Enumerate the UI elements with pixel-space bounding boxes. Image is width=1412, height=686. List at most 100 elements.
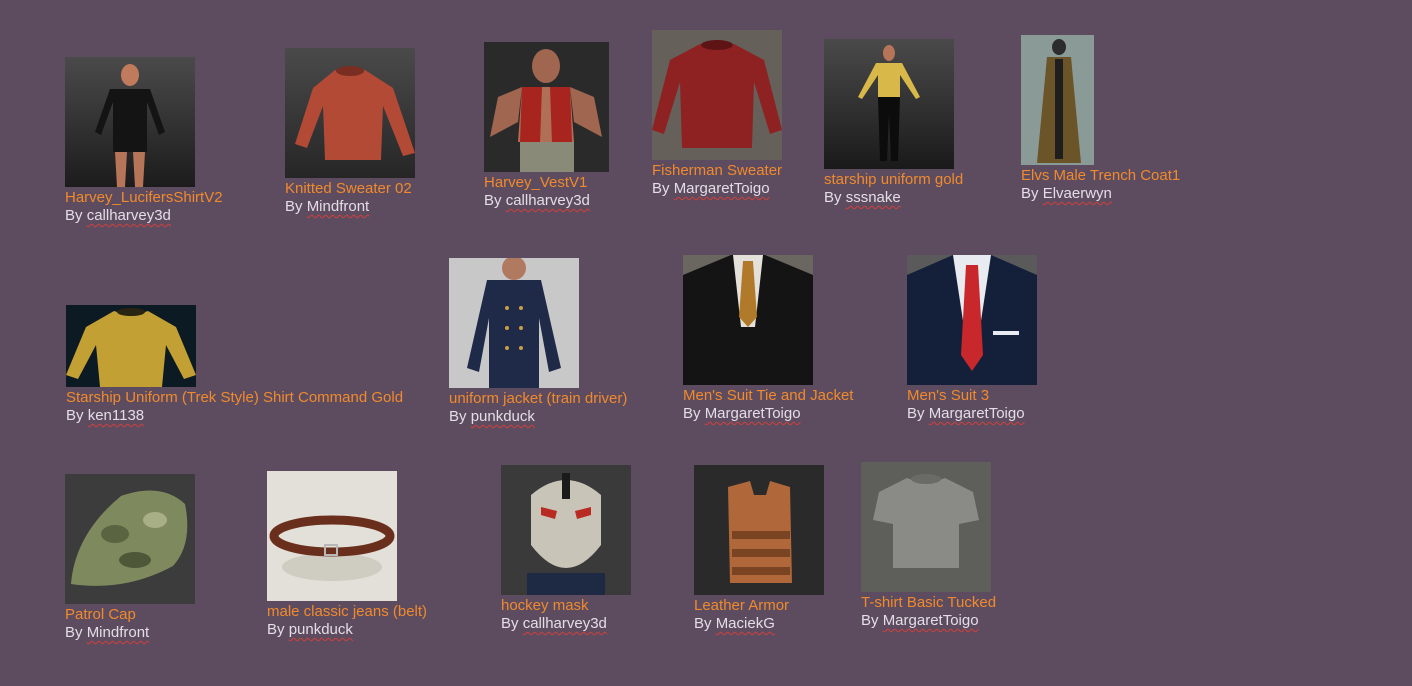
item-thumbnail[interactable] <box>1021 35 1094 165</box>
item-thumbnail[interactable] <box>65 474 195 604</box>
vest-figure-image <box>484 42 609 172</box>
item-card: Fisherman Sweater By MargaretToigo <box>652 30 782 198</box>
suit-tie-image <box>683 255 813 385</box>
item-author[interactable]: MaciekG <box>716 615 775 632</box>
item-byline: By MargaretToigo <box>861 612 996 630</box>
item-title[interactable]: starship uniform gold <box>824 171 963 189</box>
item-card: Knitted Sweater 02 By Mindfront <box>285 48 415 216</box>
item-title[interactable]: Patrol Cap <box>65 606 195 624</box>
item-thumbnail[interactable] <box>267 471 397 601</box>
item-byline: By Elvaerwyn <box>1021 185 1180 203</box>
item-card: Harvey_VestV1 By callharvey3d <box>484 42 609 210</box>
item-byline: By MaciekG <box>694 615 824 633</box>
item-author[interactable]: MargaretToigo <box>674 180 770 197</box>
sweater-image <box>285 48 415 178</box>
item-author[interactable]: punkduck <box>471 408 535 425</box>
item-byline: By MargaretToigo <box>652 180 782 198</box>
item-author[interactable]: Mindfront <box>87 624 150 641</box>
item-card: male classic jeans (belt) By punkduck <box>267 471 427 639</box>
item-byline: By sssnake <box>824 189 963 207</box>
item-title[interactable]: Fisherman Sweater <box>652 162 782 180</box>
item-byline: By punkduck <box>267 621 427 639</box>
item-author[interactable]: Mindfront <box>307 198 370 215</box>
item-title[interactable]: Starship Uniform (Trek Style) Shirt Comm… <box>66 389 403 407</box>
leather-armor-image <box>694 465 824 595</box>
shirt-figure-image <box>65 57 195 187</box>
by-label: By <box>267 621 285 638</box>
item-title[interactable]: Men's Suit 3 <box>907 387 1037 405</box>
item-card: uniform jacket (train driver) By punkduc… <box>449 258 627 426</box>
item-author[interactable]: callharvey3d <box>506 192 590 209</box>
cap-image <box>65 474 195 604</box>
by-label: By <box>824 189 842 206</box>
item-author[interactable]: callharvey3d <box>87 207 171 224</box>
item-title[interactable]: male classic jeans (belt) <box>267 603 427 621</box>
item-card: Harvey_LucifersShirtV2 By callharvey3d <box>65 57 223 225</box>
by-label: By <box>65 207 83 224</box>
item-thumbnail[interactable] <box>861 462 991 592</box>
item-author[interactable]: punkduck <box>289 621 353 638</box>
by-label: By <box>694 615 712 632</box>
item-thumbnail[interactable] <box>907 255 1037 385</box>
item-author[interactable]: ken1138 <box>88 407 144 424</box>
by-label: By <box>65 624 83 641</box>
item-thumbnail[interactable] <box>66 305 196 387</box>
item-card: T-shirt Basic Tucked By MargaretToigo <box>861 462 996 630</box>
item-card: hockey mask By callharvey3d <box>501 465 631 633</box>
item-thumbnail[interactable] <box>501 465 631 595</box>
item-title[interactable]: Harvey_LucifersShirtV2 <box>65 189 223 207</box>
item-byline: By callharvey3d <box>501 615 631 633</box>
uniform-figure-image <box>824 39 954 169</box>
item-thumbnail[interactable] <box>683 255 813 385</box>
item-title[interactable]: Elvs Male Trench Coat1 <box>1021 167 1180 185</box>
item-byline: By MargaretToigo <box>683 405 853 423</box>
by-label: By <box>907 405 925 422</box>
item-byline: By Mindfront <box>285 198 415 216</box>
item-card: Patrol Cap By Mindfront <box>65 474 195 642</box>
item-title[interactable]: Leather Armor <box>694 597 824 615</box>
item-title[interactable]: Knitted Sweater 02 <box>285 180 415 198</box>
by-label: By <box>449 408 467 425</box>
item-thumbnail[interactable] <box>65 57 195 187</box>
item-byline: By ken1138 <box>66 407 403 425</box>
by-label: By <box>285 198 303 215</box>
suit-image <box>907 255 1037 385</box>
item-thumbnail[interactable] <box>824 39 954 169</box>
item-title[interactable]: T-shirt Basic Tucked <box>861 594 996 612</box>
belt-image <box>267 471 397 601</box>
item-byline: By punkduck <box>449 408 627 426</box>
item-author[interactable]: sssnake <box>846 189 901 206</box>
item-card: Men's Suit 3 By MargaretToigo <box>907 255 1037 423</box>
by-label: By <box>66 407 84 424</box>
item-thumbnail[interactable] <box>449 258 579 388</box>
by-label: By <box>861 612 879 629</box>
item-byline: By callharvey3d <box>65 207 223 225</box>
item-thumbnail[interactable] <box>285 48 415 178</box>
item-author[interactable]: Elvaerwyn <box>1043 185 1112 202</box>
item-thumbnail[interactable] <box>484 42 609 172</box>
uniform-jacket-image <box>449 258 579 388</box>
hockey-mask-image <box>501 465 631 595</box>
trench-coat-figure-image <box>1021 35 1094 165</box>
item-title[interactable]: Harvey_VestV1 <box>484 174 609 192</box>
item-card: starship uniform gold By sssnake <box>824 39 963 207</box>
by-label: By <box>484 192 502 209</box>
item-card: Leather Armor By MaciekG <box>694 465 824 633</box>
item-author[interactable]: MargaretToigo <box>883 612 979 629</box>
item-card: Men's Suit Tie and Jacket By MargaretToi… <box>683 255 853 423</box>
item-byline: By Mindfront <box>65 624 195 642</box>
by-label: By <box>501 615 519 632</box>
sweater-image <box>652 30 782 160</box>
item-title[interactable]: hockey mask <box>501 597 631 615</box>
item-author[interactable]: MargaretToigo <box>929 405 1025 422</box>
item-thumbnail[interactable] <box>694 465 824 595</box>
item-title[interactable]: uniform jacket (train driver) <box>449 390 627 408</box>
item-byline: By MargaretToigo <box>907 405 1037 423</box>
item-byline: By callharvey3d <box>484 192 609 210</box>
item-author[interactable]: MargaretToigo <box>705 405 801 422</box>
item-title[interactable]: Men's Suit Tie and Jacket <box>683 387 853 405</box>
item-thumbnail[interactable] <box>652 30 782 160</box>
by-label: By <box>652 180 670 197</box>
item-card: Elvs Male Trench Coat1 By Elvaerwyn <box>1021 35 1180 203</box>
item-author[interactable]: callharvey3d <box>523 615 607 632</box>
